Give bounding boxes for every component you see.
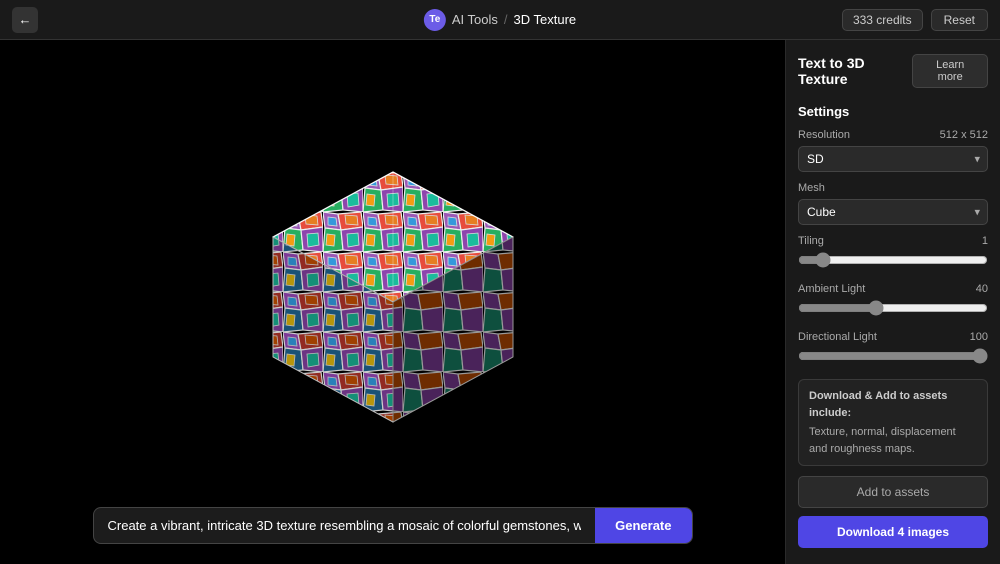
ambient-light-slider[interactable]: [798, 300, 988, 316]
reset-button[interactable]: Reset: [931, 9, 988, 31]
header-right: 333 credits Reset: [842, 9, 988, 31]
ambient-light-value: 40: [976, 283, 988, 295]
canvas-area: Generate: [0, 40, 785, 564]
tiling-label: Tiling: [798, 235, 824, 247]
ambient-light-setting: Ambient Light 40: [798, 283, 988, 321]
generate-button[interactable]: Generate: [595, 508, 691, 543]
breadcrumb-separator: /: [504, 12, 508, 27]
resolution-select[interactable]: SD HD: [798, 146, 988, 172]
learn-more-button[interactable]: Learn more: [912, 54, 988, 88]
back-button[interactable]: ←: [12, 7, 38, 33]
mesh-select-wrapper: Cube Sphere Plane: [798, 199, 988, 225]
panel-header: Text to 3D Texture Learn more: [798, 54, 988, 88]
mesh-label: Mesh: [798, 182, 825, 194]
breadcrumb-current: 3D Texture: [514, 12, 577, 27]
3d-cube-preview: [243, 132, 543, 452]
breadcrumb-parent: AI Tools: [452, 12, 498, 27]
resolution-label: Resolution: [798, 129, 850, 141]
directional-light-label: Directional Light: [798, 331, 877, 343]
prompt-bar: Generate: [93, 507, 693, 544]
directional-light-setting: Directional Light 100: [798, 331, 988, 369]
download-button[interactable]: Download 4 images: [798, 516, 988, 548]
header-center: Te AI Tools / 3D Texture: [424, 9, 576, 31]
directional-light-slider[interactable]: [798, 348, 988, 364]
resolution-value: 512 x 512: [940, 129, 988, 141]
prompt-input[interactable]: [94, 508, 596, 543]
mesh-setting: Mesh Cube Sphere Plane: [798, 182, 988, 225]
header-left: ←: [12, 7, 38, 33]
avatar: Te: [424, 9, 446, 31]
resolution-setting: Resolution 512 x 512 SD HD: [798, 129, 988, 172]
tiling-value: 1: [982, 235, 988, 247]
settings-title: Settings: [798, 104, 988, 119]
add-to-assets-button[interactable]: Add to assets: [798, 476, 988, 508]
info-box-title: Download & Add to assets include:: [809, 388, 977, 421]
tiling-setting: Tiling 1: [798, 235, 988, 273]
right-panel: Text to 3D Texture Learn more Settings R…: [785, 40, 1000, 564]
main-layout: Generate Text to 3D Texture Learn more S…: [0, 40, 1000, 564]
info-box: Download & Add to assets include: Textur…: [798, 379, 988, 466]
resolution-select-wrapper: SD HD: [798, 146, 988, 172]
info-box-text: Texture, normal, displacement and roughn…: [809, 426, 956, 455]
mesh-select[interactable]: Cube Sphere Plane: [798, 199, 988, 225]
tiling-slider[interactable]: [798, 252, 988, 268]
ambient-light-label: Ambient Light: [798, 283, 865, 295]
directional-light-value: 100: [970, 331, 988, 343]
credits-badge: 333 credits: [842, 9, 923, 31]
header: ← Te AI Tools / 3D Texture 333 credits R…: [0, 0, 1000, 40]
panel-title: Text to 3D Texture: [798, 55, 912, 87]
